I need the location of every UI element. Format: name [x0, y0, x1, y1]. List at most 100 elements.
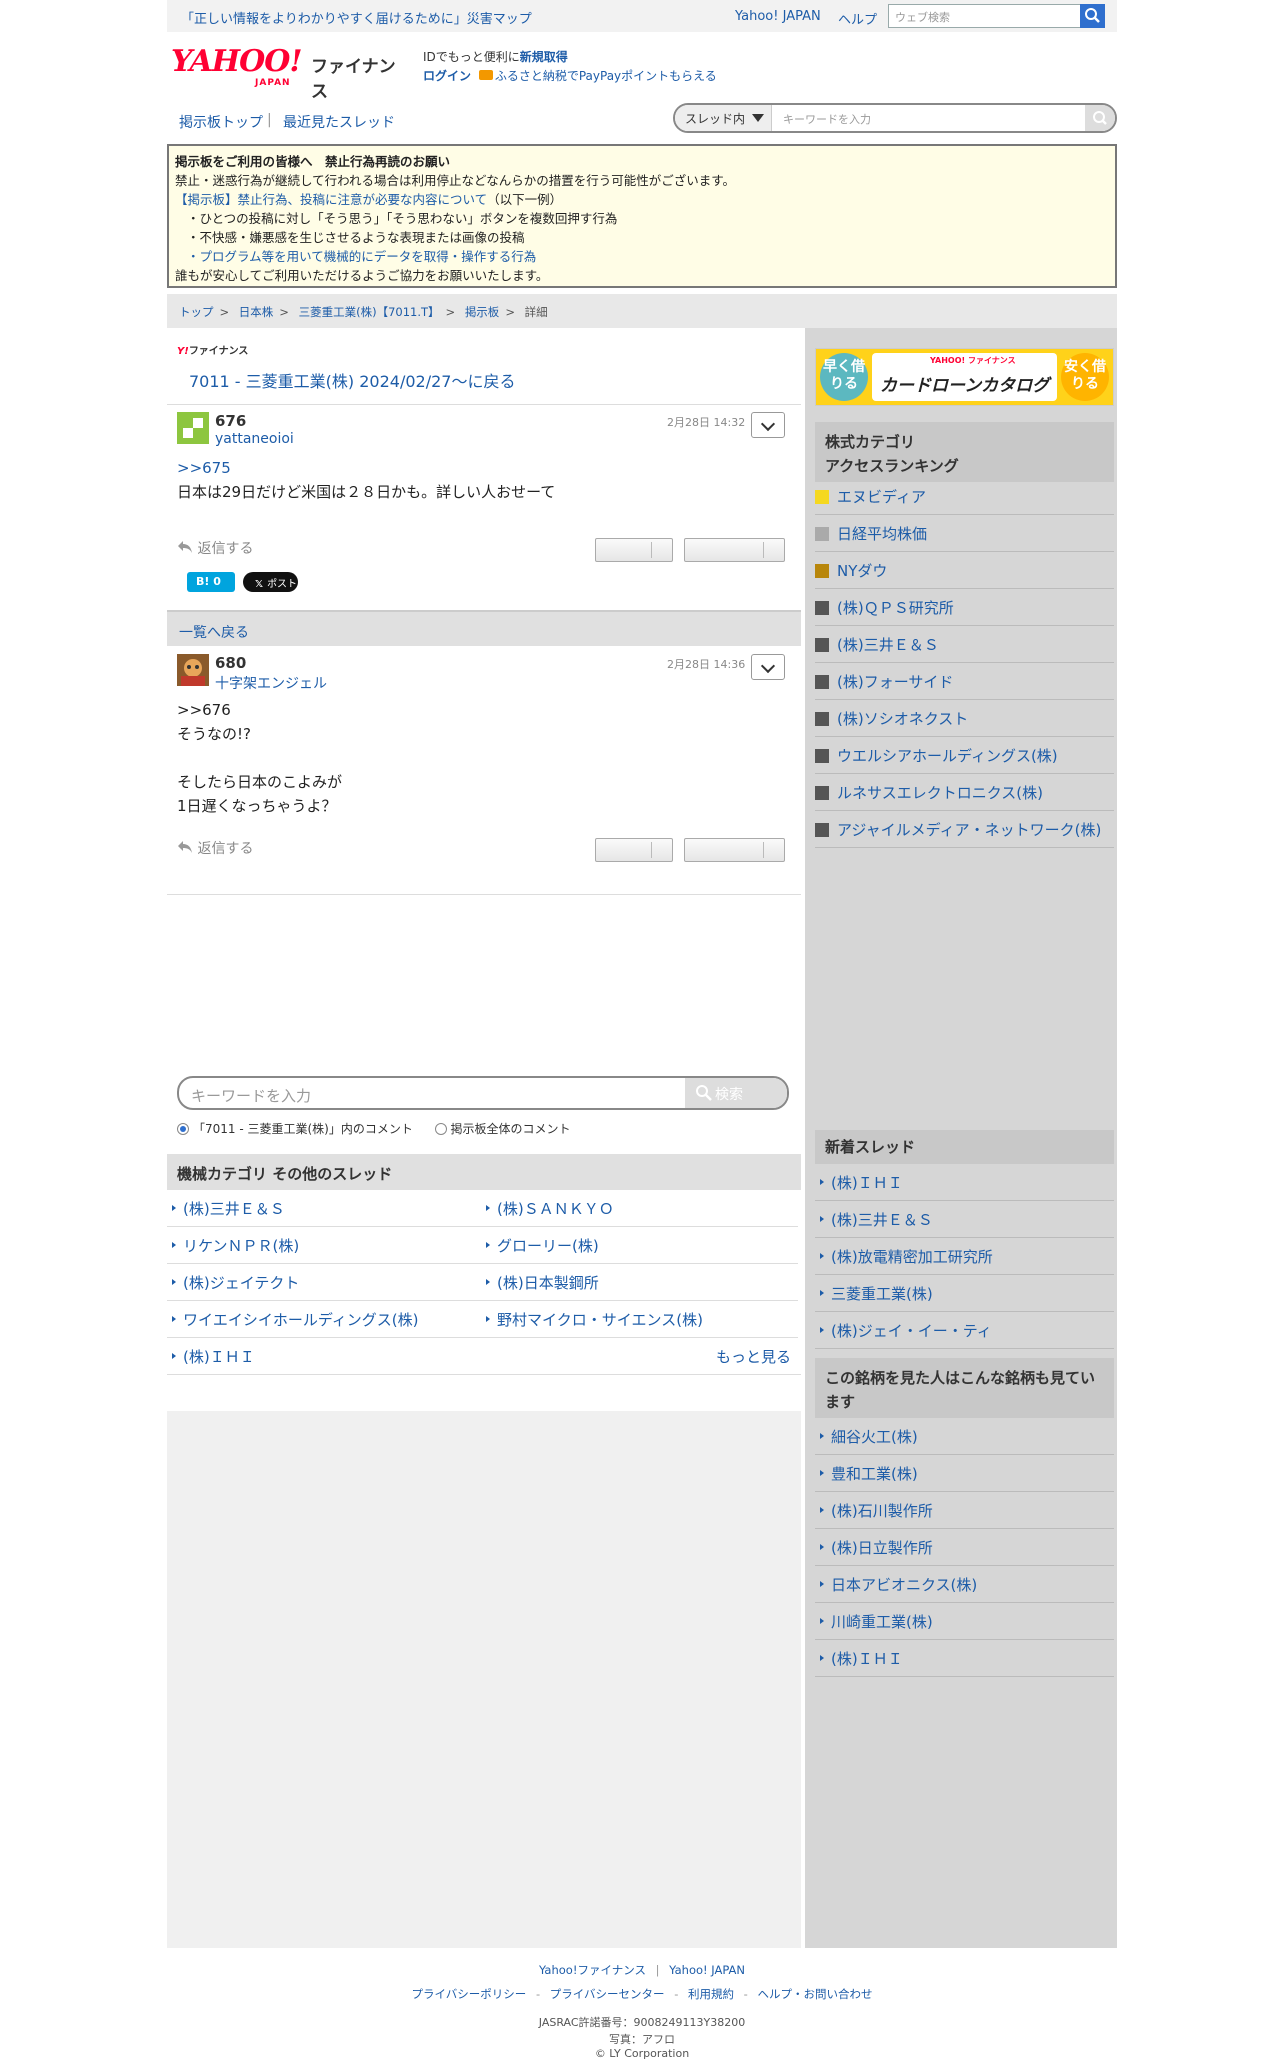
- ranking-item-label: NYダウ: [837, 562, 888, 580]
- ranking-item[interactable]: (株)フォーサイド: [815, 663, 1114, 700]
- ranking-item[interactable]: (株)ソシオネクスト: [815, 700, 1114, 737]
- ranking-item[interactable]: (株)三井Ｅ＆Ｓ: [815, 626, 1114, 663]
- thread-search-input[interactable]: キーワードを入力: [783, 111, 871, 127]
- recent-threads-link[interactable]: 最近見たスレッド: [283, 112, 395, 132]
- comment-search-input[interactable]: キーワードを入力: [191, 1085, 311, 1106]
- reply-button[interactable]: 返信する: [177, 538, 253, 558]
- category-thread-link[interactable]: (株)ジェイテクト: [167, 1264, 484, 1301]
- ranking-item[interactable]: エヌビディア: [815, 478, 1114, 515]
- also-viewed-link[interactable]: (株)日立製作所: [815, 1529, 1114, 1566]
- radio-thread[interactable]: [177, 1122, 189, 1135]
- category-thread-link[interactable]: (株)日本製鋼所: [481, 1264, 798, 1301]
- category-thread-link[interactable]: 野村マイクロ・サイエンス(株): [481, 1301, 798, 1338]
- rules-link[interactable]: 【掲示板】禁止行為、投稿に注意が必要な内容について: [175, 192, 487, 207]
- logo-yahoo: YAHOO!: [171, 44, 303, 79]
- help-contact-link[interactable]: ヘルプ・お問い合わせ: [757, 1987, 872, 2001]
- breadcrumb-current: 詳細: [524, 305, 548, 319]
- post-text-line: そしたら日本のこよみが: [177, 773, 343, 791]
- board-top-link[interactable]: 掲示板トップ: [179, 112, 263, 132]
- web-search-button[interactable]: [1080, 4, 1105, 28]
- register-link[interactable]: 新規取得: [520, 50, 568, 64]
- breadcrumb-japan-stocks[interactable]: 日本株: [239, 305, 274, 319]
- privacy-center-link[interactable]: プライバシーセンター: [550, 1987, 665, 2001]
- also-viewed-link[interactable]: 川崎重工業(株): [815, 1603, 1114, 1640]
- category-thread-link[interactable]: (株)ＳＡＮＫＹＯ: [481, 1190, 798, 1227]
- breadcrumb-stock[interactable]: 三菱重工業(株)【7011.T】: [299, 305, 440, 319]
- also-viewed-link[interactable]: 日本アビオニクス(株): [815, 1566, 1114, 1603]
- ad-cheap-badge: 安く借りる: [1061, 353, 1109, 401]
- agree-button[interactable]: [595, 538, 673, 562]
- new-thread-link[interactable]: (株)ジェイ・イー・ティ: [815, 1312, 1114, 1349]
- post-text-line: そうなの!?: [177, 725, 251, 743]
- new-thread-link[interactable]: (株)三井Ｅ＆Ｓ: [815, 1201, 1114, 1238]
- main-column: Y!ファイナンス 7011 - 三菱重工業(株) 2024/02/27〜に戻る …: [167, 328, 801, 1948]
- breadcrumb-top[interactable]: トップ: [179, 305, 214, 319]
- avatar[interactable]: [177, 654, 209, 686]
- ranking-item[interactable]: アジャイルメディア・ネットワーク(株): [815, 811, 1114, 848]
- x-post-button[interactable]: 𝕏 ポスト: [243, 572, 298, 592]
- category-thread-link[interactable]: (株)ＩＨＩ: [167, 1338, 801, 1375]
- search-scope-select[interactable]: スレッド内: [675, 105, 772, 131]
- ranking-item-label: ウエルシアホールディングス(株): [837, 747, 1058, 765]
- post-menu-button[interactable]: [751, 412, 785, 438]
- terms-link[interactable]: 利用規約: [688, 1987, 734, 2001]
- breadcrumb-board[interactable]: 掲示板: [465, 305, 500, 319]
- also-viewed-link[interactable]: (株)石川製作所: [815, 1492, 1114, 1529]
- post-body: >>675 日本は29日だけど米国は２８日かも。詳しい人おせーて: [177, 456, 555, 504]
- new-thread-link[interactable]: (株)放電精密加工研究所: [815, 1238, 1114, 1275]
- hatena-bookmark-button[interactable]: B! 0: [187, 572, 235, 592]
- help-link[interactable]: ヘルプ: [838, 9, 877, 28]
- radio-all[interactable]: [434, 1122, 447, 1135]
- yahoo-finance-logo[interactable]: YAHOO! JAPAN ファイナンス: [171, 44, 411, 102]
- also-viewed-link[interactable]: 豊和工業(株): [815, 1455, 1114, 1492]
- search-scope-label: スレッド内: [685, 112, 746, 126]
- more-threads-link[interactable]: もっと見る: [716, 1346, 791, 1367]
- login-link[interactable]: ログイン: [423, 69, 471, 83]
- thread-search-button[interactable]: [1085, 105, 1115, 131]
- notice-item-link[interactable]: ・プログラム等を用いて機械的にデータを取得・操作する行為: [175, 247, 1109, 266]
- reply-icon: [178, 541, 192, 553]
- furusato-link[interactable]: ふるさと納税でPayPayポイントもらえる: [495, 69, 717, 83]
- x-post-label: ポスト: [267, 579, 298, 590]
- category-thread-link[interactable]: グローリー(株): [481, 1227, 798, 1264]
- back-to-thread-link[interactable]: 7011 - 三菱重工業(株) 2024/02/27〜に戻る: [189, 368, 515, 392]
- ranking-item[interactable]: (株)ＱＰＳ研究所: [815, 589, 1114, 626]
- category-thread-link[interactable]: ワイエイシイホールディングス(株): [167, 1301, 484, 1338]
- new-thread-link[interactable]: 三菱重工業(株): [815, 1275, 1114, 1312]
- rank-marker-icon: [815, 490, 829, 504]
- reply-button[interactable]: 返信する: [177, 838, 253, 858]
- reply-anchor-link[interactable]: >>675: [177, 456, 555, 480]
- comment-search-button[interactable]: 検索: [685, 1078, 787, 1108]
- back-to-list-link[interactable]: 一覧へ戻る: [179, 625, 249, 641]
- post-user[interactable]: 十字架エンジェル: [215, 673, 327, 693]
- ranking-item[interactable]: ウエルシアホールディングス(株): [815, 737, 1114, 774]
- notice-line: 禁止・迷惑行為が継続して行われる場合は利用停止などなんらかの措置を行う可能性がご…: [175, 173, 736, 188]
- category-thread-link[interactable]: (株)三井Ｅ＆Ｓ: [167, 1190, 484, 1227]
- disagree-button[interactable]: [684, 538, 785, 562]
- rank-marker-icon: [815, 564, 829, 578]
- divider: [167, 894, 801, 895]
- ranking-item[interactable]: ルネサスエレクトロニクス(株): [815, 774, 1114, 811]
- ranking-item-label: (株)三井Ｅ＆Ｓ: [837, 636, 939, 654]
- disagree-button[interactable]: [684, 838, 785, 862]
- yahoo-japan-link[interactable]: Yahoo! JAPAN: [735, 9, 821, 24]
- also-viewed-link[interactable]: (株)ＩＨＩ: [815, 1640, 1114, 1677]
- post-user[interactable]: yattaneoioi: [215, 431, 294, 447]
- agree-button[interactable]: [595, 838, 673, 862]
- x-icon: 𝕏: [255, 579, 264, 590]
- ranking-item[interactable]: 日経平均株価: [815, 515, 1114, 552]
- privacy-policy-link[interactable]: プライバシーポリシー: [412, 1987, 527, 2001]
- ranking-item[interactable]: NYダウ: [815, 552, 1114, 589]
- card-loan-ad-banner[interactable]: 早く借りる YAHOO! ファイナンス カードローンカタログ 安く借りる: [815, 348, 1114, 406]
- disaster-map-link[interactable]: 「正しい情報をよりわかりやすく届けるために」災害マップ: [181, 8, 532, 27]
- new-thread-link[interactable]: (株)ＩＨＩ: [815, 1164, 1114, 1201]
- footer-yahoo-japan-link[interactable]: Yahoo! JAPAN: [669, 1963, 745, 1977]
- category-thread-link[interactable]: リケンＮＰＲ(株): [167, 1227, 484, 1264]
- web-search-input[interactable]: ウェブ検索: [888, 4, 1082, 28]
- footer: Yahoo!ファイナンス | Yahoo! JAPAN プライバシーポリシー -…: [167, 1948, 1117, 2060]
- footer-yahoo-finance-link[interactable]: Yahoo!ファイナンス: [539, 1963, 646, 1977]
- thread-search: スレッド内 キーワードを入力: [673, 103, 1117, 133]
- also-viewed-link[interactable]: 細谷火工(株): [815, 1418, 1114, 1455]
- post-menu-button[interactable]: [751, 654, 785, 680]
- avatar[interactable]: [177, 412, 209, 444]
